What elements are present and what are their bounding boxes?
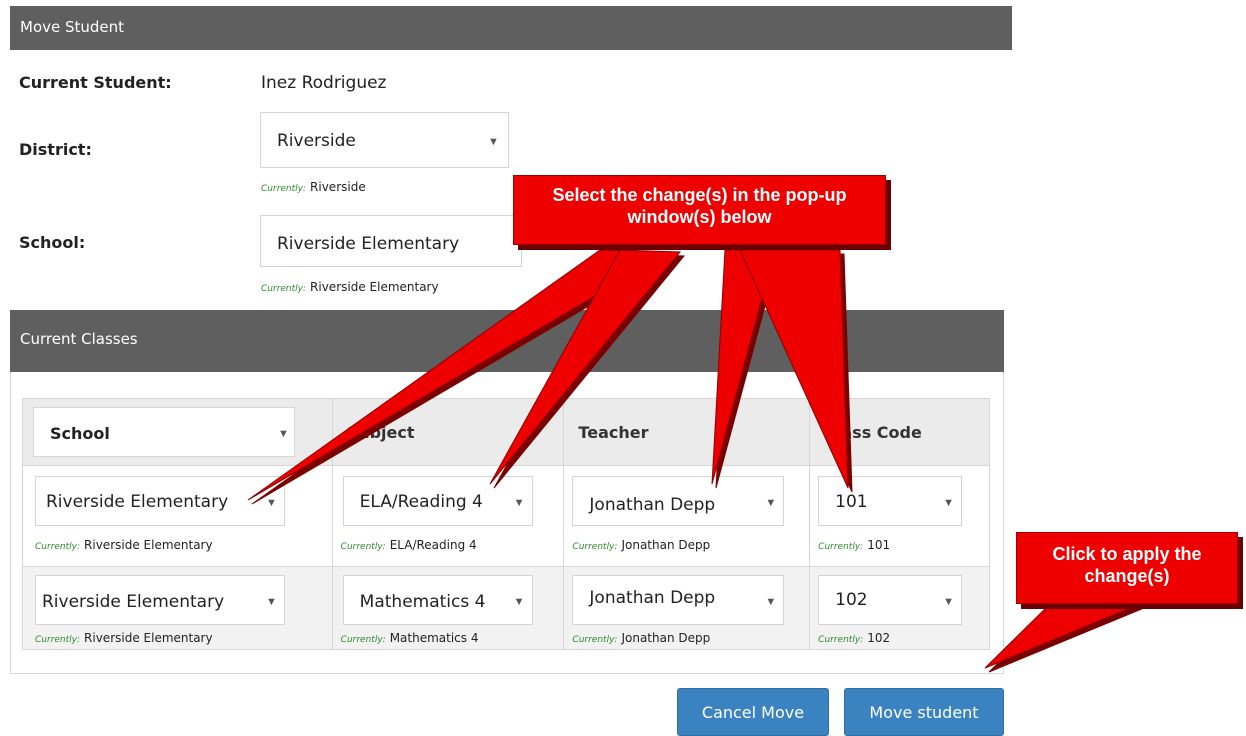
callout-pointer-class-code bbox=[739, 249, 849, 489]
apply-changes-text: Click to apply the change(s) bbox=[1052, 544, 1202, 586]
callout-arrows bbox=[247, 249, 1141, 669]
callout-pointer-move bbox=[984, 603, 1141, 669]
select-changes-callout: Select the change(s) in the pop-up windo… bbox=[513, 175, 886, 245]
apply-changes-callout: Click to apply the change(s) bbox=[1016, 532, 1238, 604]
select-changes-text: Select the change(s) in the pop-up windo… bbox=[552, 185, 847, 227]
